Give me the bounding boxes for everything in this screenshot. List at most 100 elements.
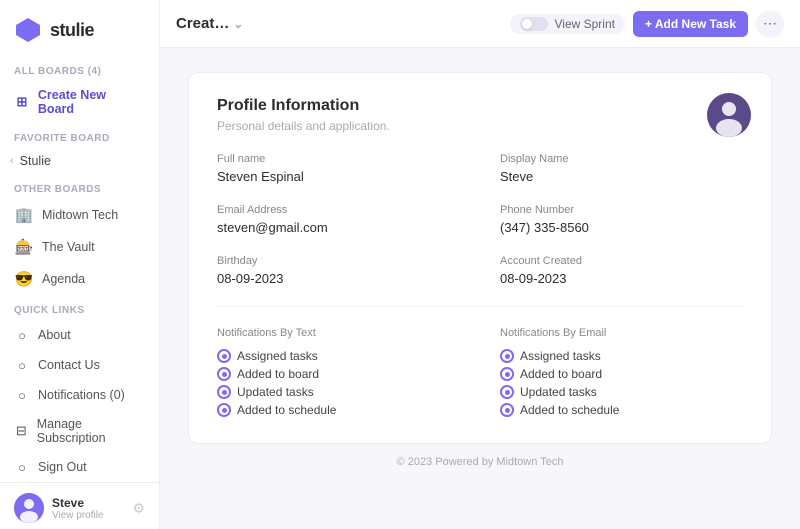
display-name-label: Display Name	[500, 153, 743, 165]
notif-email-schedule-label: Added to schedule	[520, 403, 619, 417]
email-field: Email Address steven@gmail.com	[217, 204, 460, 235]
sidebar-item-sign-out[interactable]: ○ Sign Out	[0, 452, 159, 482]
profile-header: Profile Information Personal details and…	[217, 97, 743, 133]
more-options-button[interactable]: ⋯	[756, 10, 784, 38]
notif-check-icon-3	[217, 385, 231, 399]
manage-subscription-label: Manage Subscription	[37, 417, 145, 445]
vault-label: The Vault	[42, 240, 95, 254]
email-label: Email Address	[217, 204, 460, 216]
main-panel: Creat… ⌄ View Sprint + Add New Task ⋯	[160, 0, 800, 529]
notif-text-updated-label: Updated tasks	[237, 385, 314, 399]
notif-text-board-label: Added to board	[237, 367, 319, 381]
subscription-icon: ⊟	[14, 423, 29, 439]
display-name-value: Steve	[500, 169, 743, 184]
agenda-emoji: 😎	[14, 270, 34, 288]
contact-us-label: Contact Us	[38, 358, 100, 372]
sidebar-item-midtown-tech[interactable]: 🏢 Midtown Tech	[0, 199, 159, 231]
favorite-board-label: Favorite Board	[0, 123, 159, 148]
notif-check-icon	[217, 349, 231, 363]
create-new-label: Create New Board	[38, 88, 145, 116]
avatar-image	[14, 493, 44, 523]
favorite-board-name: Stulie	[20, 154, 51, 168]
midtown-tech-label: Midtown Tech	[42, 208, 118, 222]
sidebar: stulie ALL BOARDS (4) ⊞ Create New Board…	[0, 0, 160, 529]
account-created-value: 08-09-2023	[500, 271, 743, 286]
footer-text: © 2023 Powered by Midtown Tech	[397, 456, 564, 468]
full-name-label: Full name	[217, 153, 460, 165]
profile-title: Profile Information	[217, 97, 743, 115]
notif-email-check-icon-4	[500, 403, 514, 417]
full-name-value: Steven Espinal	[217, 169, 460, 184]
avatar-image-top	[707, 93, 751, 137]
create-new-board-button[interactable]: ⊞ Create New Board	[0, 81, 159, 123]
sidebar-item-the-vault[interactable]: 🎰 The Vault	[0, 231, 159, 263]
content-area: Profile Information Personal details and…	[160, 48, 800, 529]
email-value: steven@gmail.com	[217, 220, 460, 235]
view-sprint-label: View Sprint	[554, 17, 614, 31]
phone-value: (347) 335-8560	[500, 220, 743, 235]
sidebar-item-about[interactable]: ○ About	[0, 320, 159, 350]
view-sprint-toggle[interactable]: View Sprint	[510, 14, 624, 34]
sidebar-item-manage-subscription[interactable]: ⊟ Manage Subscription	[0, 410, 159, 452]
agenda-label: Agenda	[42, 272, 85, 286]
sign-out-icon: ○	[14, 459, 30, 475]
notif-email-assigned-label: Assigned tasks	[520, 349, 601, 363]
logo-icon	[14, 16, 42, 44]
notif-email-schedule: Added to schedule	[500, 401, 743, 419]
profile-subtitle: Personal details and application.	[217, 119, 743, 133]
quick-links-label: Quick Links	[0, 295, 159, 320]
midtown-tech-emoji: 🏢	[14, 206, 34, 224]
add-new-task-button[interactable]: + Add New Task	[633, 11, 748, 37]
footer-view-profile[interactable]: View profile	[52, 510, 124, 521]
favorite-board-stulie[interactable]: ‹ Stulie	[0, 148, 159, 174]
notifications-icon: ○	[14, 387, 30, 403]
notif-text-schedule: Added to schedule	[217, 401, 460, 419]
topbar: Creat… ⌄ View Sprint + Add New Task ⋯	[160, 0, 800, 48]
notif-email-updated: Updated tasks	[500, 383, 743, 401]
ellipsis-icon: ⋯	[763, 15, 777, 32]
about-icon: ○	[14, 327, 30, 343]
chevron-left-icon: ‹	[10, 155, 14, 167]
notifications-label: Notifications (0)	[38, 388, 125, 402]
birthday-value: 08-09-2023	[217, 271, 460, 286]
notif-check-icon-2	[217, 367, 231, 381]
display-name-field: Display Name Steve	[500, 153, 743, 184]
footer-user-name: Steve	[52, 496, 124, 510]
notifications-grid: Notifications By Text Assigned tasks Add…	[217, 327, 743, 419]
avatar	[14, 493, 44, 523]
add-task-label: + Add New Task	[645, 17, 736, 31]
notif-text-assigned-label: Assigned tasks	[237, 349, 318, 363]
notif-check-icon-4	[217, 403, 231, 417]
all-boards-label: ALL BOARDS (4)	[0, 56, 159, 81]
footer-user-info: Steve View profile	[52, 496, 124, 521]
notif-text-assigned: Assigned tasks	[217, 347, 460, 365]
toggle-dot	[520, 17, 548, 31]
profile-avatar	[707, 93, 751, 137]
sidebar-item-contact-us[interactable]: ○ Contact Us	[0, 350, 159, 380]
account-created-label: Account Created	[500, 255, 743, 267]
content-footer: © 2023 Powered by Midtown Tech	[188, 444, 772, 480]
board-title: Creat…	[176, 15, 229, 32]
settings-icon[interactable]: ⚙	[132, 500, 145, 517]
phone-field: Phone Number (347) 335-8560	[500, 204, 743, 235]
notif-email-label: Notifications By Email	[500, 327, 743, 339]
sidebar-item-agenda[interactable]: 😎 Agenda	[0, 263, 159, 295]
notif-text-label: Notifications By Text	[217, 327, 460, 339]
account-created-field: Account Created 08-09-2023	[500, 255, 743, 286]
logo: stulie	[0, 0, 159, 56]
plus-icon: ⊞	[14, 94, 30, 110]
notif-email-check-icon-1	[500, 349, 514, 363]
sign-out-label: Sign Out	[38, 460, 87, 474]
sidebar-item-notifications[interactable]: ○ Notifications (0)	[0, 380, 159, 410]
birthday-field: Birthday 08-09-2023	[217, 255, 460, 286]
sidebar-footer: Steve View profile ⚙	[0, 482, 159, 529]
topbar-chevron-icon: ⌄	[233, 17, 243, 31]
contact-icon: ○	[14, 357, 30, 373]
notif-by-text-section: Notifications By Text Assigned tasks Add…	[217, 327, 460, 419]
profile-card: Profile Information Personal details and…	[188, 72, 772, 444]
other-boards-label: Other Boards	[0, 174, 159, 199]
phone-label: Phone Number	[500, 204, 743, 216]
topbar-title: Creat… ⌄	[176, 15, 243, 32]
vault-emoji: 🎰	[14, 238, 34, 256]
logo-text: stulie	[50, 20, 94, 41]
